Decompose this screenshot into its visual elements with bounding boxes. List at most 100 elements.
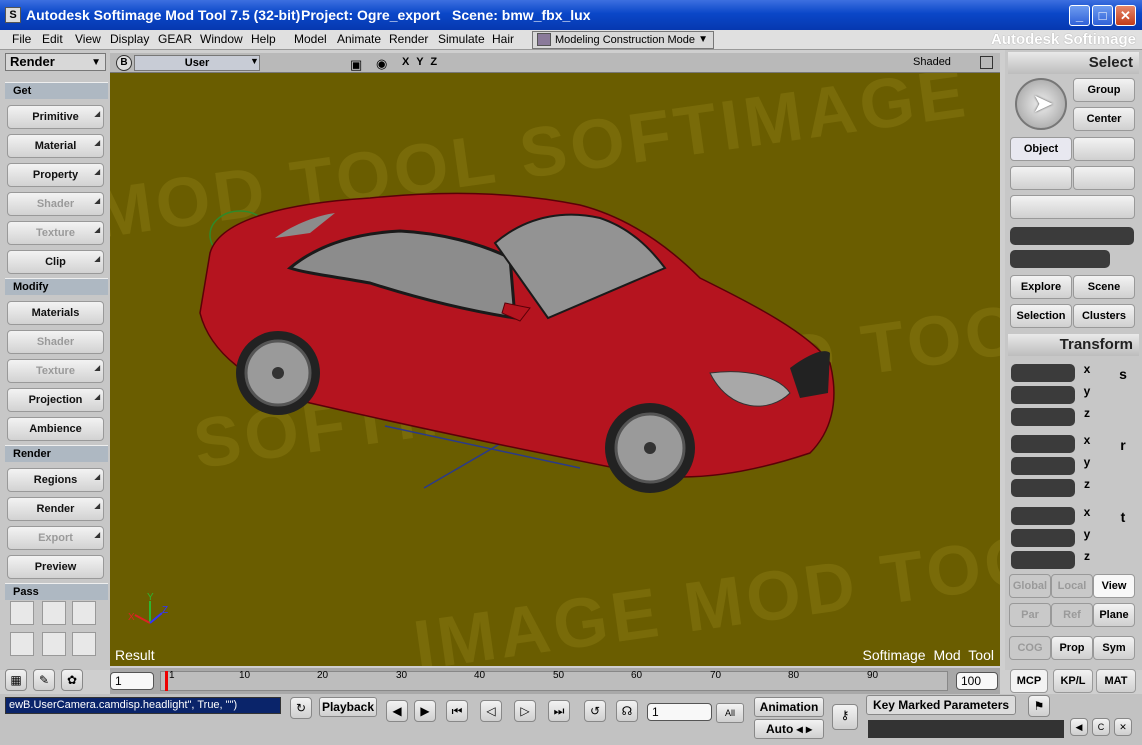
selection-info-field[interactable] <box>1010 250 1110 268</box>
select-arrow-icon[interactable]: ➤ <box>1015 78 1067 130</box>
par-button[interactable]: Par <box>1009 603 1051 627</box>
empty-select-button[interactable] <box>1073 166 1135 190</box>
rotate-x-field[interactable] <box>1011 435 1075 453</box>
construction-mode-select[interactable]: Modeling Construction Mode ▼ <box>532 31 714 49</box>
layout-grid-icon[interactable] <box>72 601 96 625</box>
menu-help[interactable]: Help <box>251 32 276 46</box>
key-marked-parameters-button[interactable]: Key Marked Parameters <box>866 695 1016 715</box>
menu-display[interactable]: Display <box>110 32 149 46</box>
play-forward-icon[interactable]: ▷ <box>514 700 536 722</box>
menu-hair[interactable]: Hair <box>492 32 514 46</box>
viewport-letter[interactable]: B <box>116 55 132 71</box>
menu-model[interactable]: Model <box>294 32 327 46</box>
auto-key-button[interactable]: Auto ◂ ▸ <box>754 719 824 739</box>
menu-file[interactable]: File <box>12 32 31 46</box>
primitive-button[interactable]: Primitive ◢ <box>7 105 104 129</box>
maximize-button[interactable]: □ <box>1092 5 1113 26</box>
scale-x-field[interactable] <box>1011 364 1075 382</box>
texture-button[interactable]: Texture ◢ <box>7 221 104 245</box>
axis-z-label[interactable]: z <box>1077 477 1097 491</box>
menu-window[interactable]: Window <box>200 32 243 46</box>
tools-icon[interactable]: ✎ <box>33 669 55 691</box>
empty-select-button[interactable] <box>1010 166 1072 190</box>
shading-mode[interactable]: Shaded <box>913 56 951 68</box>
translate-x-field[interactable] <box>1011 507 1075 525</box>
chevron-left-icon[interactable]: ◀ <box>1070 718 1088 736</box>
current-frame-field[interactable]: 1 <box>647 703 712 721</box>
play-backward-icon[interactable]: ◁ <box>480 700 502 722</box>
start-frame-field[interactable]: 1 <box>110 672 154 690</box>
rotate-y-field[interactable] <box>1011 457 1075 475</box>
property-button[interactable]: Property ◢ <box>7 163 104 187</box>
all-button[interactable]: All <box>716 703 744 723</box>
menu-animate[interactable]: Animate <box>337 32 381 46</box>
empty-select-button[interactable] <box>1073 137 1135 161</box>
end-frame-field[interactable]: 100 <box>956 672 998 690</box>
clusters-button[interactable]: Clusters <box>1073 304 1135 328</box>
export-button[interactable]: Export ◢ <box>7 526 104 550</box>
prev-frame-icon[interactable]: ◀ <box>386 700 408 722</box>
axis-y-label[interactable]: y <box>1077 384 1097 398</box>
local-button[interactable]: Local <box>1051 574 1093 598</box>
selection-button[interactable]: Selection <box>1010 304 1072 328</box>
axis-z-label[interactable]: z <box>1077 406 1097 420</box>
plane-button[interactable]: Plane <box>1093 603 1135 627</box>
menu-simulate[interactable]: Simulate <box>438 32 485 46</box>
translate-mode-button[interactable]: t <box>1113 509 1133 525</box>
layout-rows-icon[interactable] <box>72 632 96 656</box>
materials-button[interactable]: Materials <box>7 301 104 325</box>
rotate-mode-button[interactable]: r <box>1113 437 1133 453</box>
toolbar-select[interactable]: Render ▼ <box>5 53 106 71</box>
layout-list-icon[interactable] <box>10 632 34 656</box>
close-icon[interactable]: ✕ <box>1114 718 1132 736</box>
selection-filter-button[interactable] <box>1010 195 1135 219</box>
rotate-z-field[interactable] <box>1011 479 1075 497</box>
menu-gear[interactable]: GEAR <box>158 32 192 46</box>
playhead[interactable] <box>165 671 168 691</box>
translate-y-field[interactable] <box>1011 529 1075 547</box>
modify-shader-button[interactable]: Shader <box>7 330 104 354</box>
axis-x-label[interactable]: x <box>1077 362 1097 376</box>
sym-button[interactable]: Sym <box>1093 636 1135 660</box>
minimize-button[interactable]: _ <box>1069 5 1090 26</box>
mat-tab[interactable]: MAT <box>1096 669 1136 693</box>
object-button[interactable]: Object <box>1010 137 1072 161</box>
render-button[interactable]: Render ◢ <box>7 497 104 521</box>
command-line[interactable]: ewB.UserCamera.camdisp.headlight", True,… <box>5 697 281 714</box>
script-icon[interactable]: ↻ <box>290 697 312 719</box>
layout-columns-icon[interactable] <box>42 632 66 656</box>
kpl-tab[interactable]: KP/L <box>1053 669 1093 693</box>
menu-render[interactable]: Render <box>389 32 428 46</box>
camera-icon[interactable]: ▣ <box>350 57 362 73</box>
explore-button[interactable]: Explore <box>1010 275 1072 299</box>
regions-button[interactable]: Regions ◢ <box>7 468 104 492</box>
clip-button[interactable]: Clip ◢ <box>7 250 104 274</box>
prop-button[interactable]: Prop <box>1051 636 1093 660</box>
menu-view[interactable]: View <box>75 32 101 46</box>
close-button[interactable]: ✕ <box>1115 5 1136 26</box>
menu-edit[interactable]: Edit <box>42 32 63 46</box>
viewport[interactable]: MOD TOOL SOFTIMAGE SOFTIMAGE MOD TOOL IM… <box>110 73 1000 666</box>
palette-icon[interactable]: ✿ <box>61 669 83 691</box>
mcp-tab[interactable]: MCP <box>1010 669 1048 693</box>
scale-y-field[interactable] <box>1011 386 1075 404</box>
last-frame-icon[interactable]: ⏭ <box>548 700 570 722</box>
layers-icon[interactable]: ▦ <box>5 669 27 691</box>
selection-name-field[interactable] <box>1010 227 1134 245</box>
projection-button[interactable]: Projection ◢ <box>7 388 104 412</box>
ambience-button[interactable]: Ambience <box>7 417 104 441</box>
material-button[interactable]: Material ◢ <box>7 134 104 158</box>
playback-button[interactable]: Playback <box>319 697 377 717</box>
axis-x-label[interactable]: x <box>1077 505 1097 519</box>
next-frame-icon[interactable]: ▶ <box>414 700 436 722</box>
shader-button[interactable]: Shader ◢ <box>7 192 104 216</box>
group-button[interactable]: Group <box>1073 78 1135 102</box>
camera-select[interactable]: User <box>134 55 260 71</box>
key-icon[interactable]: ⚷ <box>832 704 858 730</box>
preview-button[interactable]: Preview <box>7 555 104 579</box>
center-button[interactable]: Center <box>1073 107 1135 131</box>
maximize-viewport-icon[interactable] <box>980 56 993 69</box>
key-color-icon[interactable]: ⚑ <box>1028 695 1050 717</box>
axis-y-label[interactable]: y <box>1077 455 1097 469</box>
first-frame-icon[interactable]: ⏮ <box>446 700 468 722</box>
